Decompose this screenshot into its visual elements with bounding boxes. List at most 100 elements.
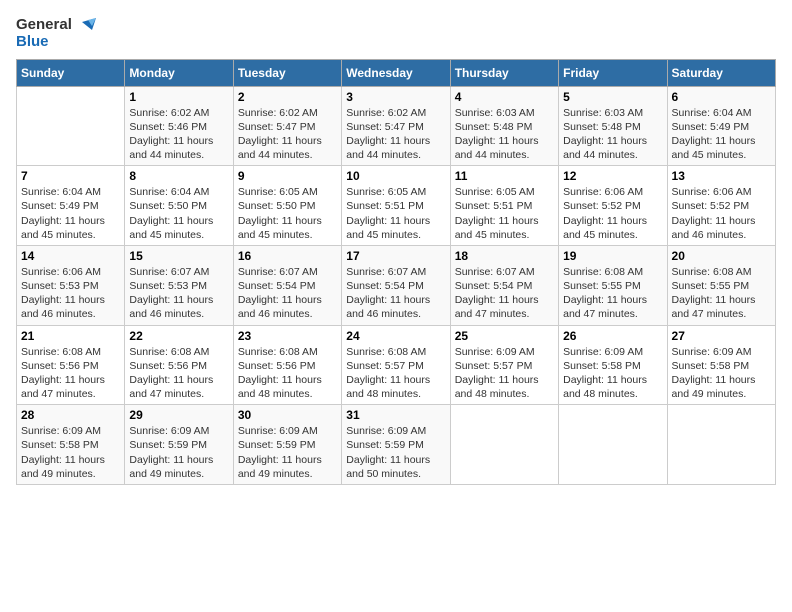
logo-container: General Blue xyxy=(16,16,96,51)
day-number: 11 xyxy=(455,169,554,183)
day-number: 19 xyxy=(563,249,662,263)
calendar-cell: 14 Sunrise: 6:06 AMSunset: 5:53 PMDayligh… xyxy=(17,245,125,325)
day-info: Sunrise: 6:06 AMSunset: 5:53 PMDaylight:… xyxy=(21,265,120,322)
day-header-saturday: Saturday xyxy=(667,59,775,86)
day-number: 22 xyxy=(129,329,228,343)
calendar-body: 1 Sunrise: 6:02 AMSunset: 5:46 PMDaylight… xyxy=(17,86,776,484)
day-number: 18 xyxy=(455,249,554,263)
day-number: 25 xyxy=(455,329,554,343)
calendar-cell: 23 Sunrise: 6:08 AMSunset: 5:56 PMDayligh… xyxy=(233,325,341,405)
calendar-cell: 12 Sunrise: 6:06 AMSunset: 5:52 PMDayligh… xyxy=(559,166,667,246)
calendar-cell: 9 Sunrise: 6:05 AMSunset: 5:50 PMDaylight… xyxy=(233,166,341,246)
day-number: 20 xyxy=(672,249,771,263)
calendar-cell: 19 Sunrise: 6:08 AMSunset: 5:55 PMDayligh… xyxy=(559,245,667,325)
day-number: 14 xyxy=(21,249,120,263)
day-info: Sunrise: 6:08 AMSunset: 5:55 PMDaylight:… xyxy=(672,265,771,322)
day-number: 13 xyxy=(672,169,771,183)
day-number: 6 xyxy=(672,90,771,104)
day-info: Sunrise: 6:06 AMSunset: 5:52 PMDaylight:… xyxy=(563,185,662,242)
day-header-row: SundayMondayTuesdayWednesdayThursdayFrid… xyxy=(17,59,776,86)
day-info: Sunrise: 6:04 AMSunset: 5:50 PMDaylight:… xyxy=(129,185,228,242)
calendar-cell: 10 Sunrise: 6:05 AMSunset: 5:51 PMDayligh… xyxy=(342,166,450,246)
day-number: 12 xyxy=(563,169,662,183)
day-info: Sunrise: 6:03 AMSunset: 5:48 PMDaylight:… xyxy=(563,106,662,163)
logo: General Blue xyxy=(16,16,96,51)
calendar-cell: 25 Sunrise: 6:09 AMSunset: 5:57 PMDayligh… xyxy=(450,325,558,405)
calendar-table: SundayMondayTuesdayWednesdayThursdayFrid… xyxy=(16,59,776,485)
calendar-cell: 30Sunrise: 6:09 AMSunset: 5:59 PMDayligh… xyxy=(233,405,341,485)
day-info: Sunrise: 6:04 AMSunset: 5:49 PMDaylight:… xyxy=(672,106,771,163)
day-info: Sunrise: 6:08 AMSunset: 5:56 PMDaylight:… xyxy=(21,345,120,402)
day-info: Sunrise: 6:06 AMSunset: 5:52 PMDaylight:… xyxy=(672,185,771,242)
day-info: Sunrise: 6:07 AMSunset: 5:53 PMDaylight:… xyxy=(129,265,228,322)
day-info: Sunrise: 6:04 AMSunset: 5:49 PMDaylight:… xyxy=(21,185,120,242)
calendar-cell xyxy=(559,405,667,485)
calendar-cell: 26 Sunrise: 6:09 AMSunset: 5:58 PMDayligh… xyxy=(559,325,667,405)
calendar-week-1: 1 Sunrise: 6:02 AMSunset: 5:46 PMDaylight… xyxy=(17,86,776,166)
calendar-cell: 13 Sunrise: 6:06 AMSunset: 5:52 PMDayligh… xyxy=(667,166,775,246)
calendar-week-2: 7 Sunrise: 6:04 AMSunset: 5:49 PMDaylight… xyxy=(17,166,776,246)
day-info: Sunrise: 6:02 AMSunset: 5:47 PMDaylight:… xyxy=(238,106,337,163)
day-number: 9 xyxy=(238,169,337,183)
calendar-cell: 17 Sunrise: 6:07 AMSunset: 5:54 PMDayligh… xyxy=(342,245,450,325)
calendar-cell: 11 Sunrise: 6:05 AMSunset: 5:51 PMDayligh… xyxy=(450,166,558,246)
day-number: 15 xyxy=(129,249,228,263)
day-number: 29 xyxy=(129,408,228,422)
day-info: Sunrise: 6:07 AMSunset: 5:54 PMDaylight:… xyxy=(346,265,445,322)
day-header-tuesday: Tuesday xyxy=(233,59,341,86)
page-header: General Blue xyxy=(16,16,776,51)
day-number: 24 xyxy=(346,329,445,343)
day-info: Sunrise: 6:05 AMSunset: 5:50 PMDaylight:… xyxy=(238,185,337,242)
calendar-cell: 21Sunrise: 6:08 AMSunset: 5:56 PMDayligh… xyxy=(17,325,125,405)
day-info: Sunrise: 6:09 AMSunset: 5:58 PMDaylight:… xyxy=(21,424,120,481)
calendar-cell: 5 Sunrise: 6:03 AMSunset: 5:48 PMDaylight… xyxy=(559,86,667,166)
day-info: Sunrise: 6:05 AMSunset: 5:51 PMDaylight:… xyxy=(346,185,445,242)
day-number: 1 xyxy=(129,90,228,104)
day-number: 8 xyxy=(129,169,228,183)
day-number: 30 xyxy=(238,408,337,422)
day-number: 5 xyxy=(563,90,662,104)
calendar-cell: 22 Sunrise: 6:08 AMSunset: 5:56 PMDayligh… xyxy=(125,325,233,405)
day-number: 17 xyxy=(346,249,445,263)
day-info: Sunrise: 6:08 AMSunset: 5:56 PMDaylight:… xyxy=(238,345,337,402)
day-info: Sunrise: 6:08 AMSunset: 5:57 PMDaylight:… xyxy=(346,345,445,402)
day-header-wednesday: Wednesday xyxy=(342,59,450,86)
calendar-cell xyxy=(450,405,558,485)
day-number: 3 xyxy=(346,90,445,104)
logo-bird-icon xyxy=(74,18,96,40)
day-number: 31 xyxy=(346,408,445,422)
day-info: Sunrise: 6:09 AMSunset: 5:58 PMDaylight:… xyxy=(563,345,662,402)
day-header-monday: Monday xyxy=(125,59,233,86)
calendar-week-5: 28Sunrise: 6:09 AMSunset: 5:58 PMDayligh… xyxy=(17,405,776,485)
day-number: 10 xyxy=(346,169,445,183)
day-number: 26 xyxy=(563,329,662,343)
day-info: Sunrise: 6:02 AMSunset: 5:47 PMDaylight:… xyxy=(346,106,445,163)
day-info: Sunrise: 6:02 AMSunset: 5:46 PMDaylight:… xyxy=(129,106,228,163)
calendar-header: SundayMondayTuesdayWednesdayThursdayFrid… xyxy=(17,59,776,86)
calendar-cell: 24 Sunrise: 6:08 AMSunset: 5:57 PMDayligh… xyxy=(342,325,450,405)
day-number: 16 xyxy=(238,249,337,263)
day-info: Sunrise: 6:03 AMSunset: 5:48 PMDaylight:… xyxy=(455,106,554,163)
calendar-week-4: 21Sunrise: 6:08 AMSunset: 5:56 PMDayligh… xyxy=(17,325,776,405)
calendar-cell: 28Sunrise: 6:09 AMSunset: 5:58 PMDayligh… xyxy=(17,405,125,485)
day-number: 2 xyxy=(238,90,337,104)
calendar-cell: 8 Sunrise: 6:04 AMSunset: 5:50 PMDaylight… xyxy=(125,166,233,246)
day-info: Sunrise: 6:07 AMSunset: 5:54 PMDaylight:… xyxy=(455,265,554,322)
logo-text: General Blue xyxy=(16,16,72,51)
day-info: Sunrise: 6:08 AMSunset: 5:55 PMDaylight:… xyxy=(563,265,662,322)
day-number: 7 xyxy=(21,169,120,183)
calendar-cell: 6 Sunrise: 6:04 AMSunset: 5:49 PMDaylight… xyxy=(667,86,775,166)
calendar-cell xyxy=(17,86,125,166)
day-info: Sunrise: 6:09 AMSunset: 5:59 PMDaylight:… xyxy=(129,424,228,481)
day-info: Sunrise: 6:08 AMSunset: 5:56 PMDaylight:… xyxy=(129,345,228,402)
day-info: Sunrise: 6:09 AMSunset: 5:57 PMDaylight:… xyxy=(455,345,554,402)
day-info: Sunrise: 6:05 AMSunset: 5:51 PMDaylight:… xyxy=(455,185,554,242)
calendar-cell xyxy=(667,405,775,485)
day-number: 23 xyxy=(238,329,337,343)
calendar-cell: 7 Sunrise: 6:04 AMSunset: 5:49 PMDaylight… xyxy=(17,166,125,246)
day-header-sunday: Sunday xyxy=(17,59,125,86)
calendar-cell: 4Sunrise: 6:03 AMSunset: 5:48 PMDaylight… xyxy=(450,86,558,166)
day-info: Sunrise: 6:07 AMSunset: 5:54 PMDaylight:… xyxy=(238,265,337,322)
calendar-week-3: 14 Sunrise: 6:06 AMSunset: 5:53 PMDayligh… xyxy=(17,245,776,325)
day-info: Sunrise: 6:09 AMSunset: 5:58 PMDaylight:… xyxy=(672,345,771,402)
